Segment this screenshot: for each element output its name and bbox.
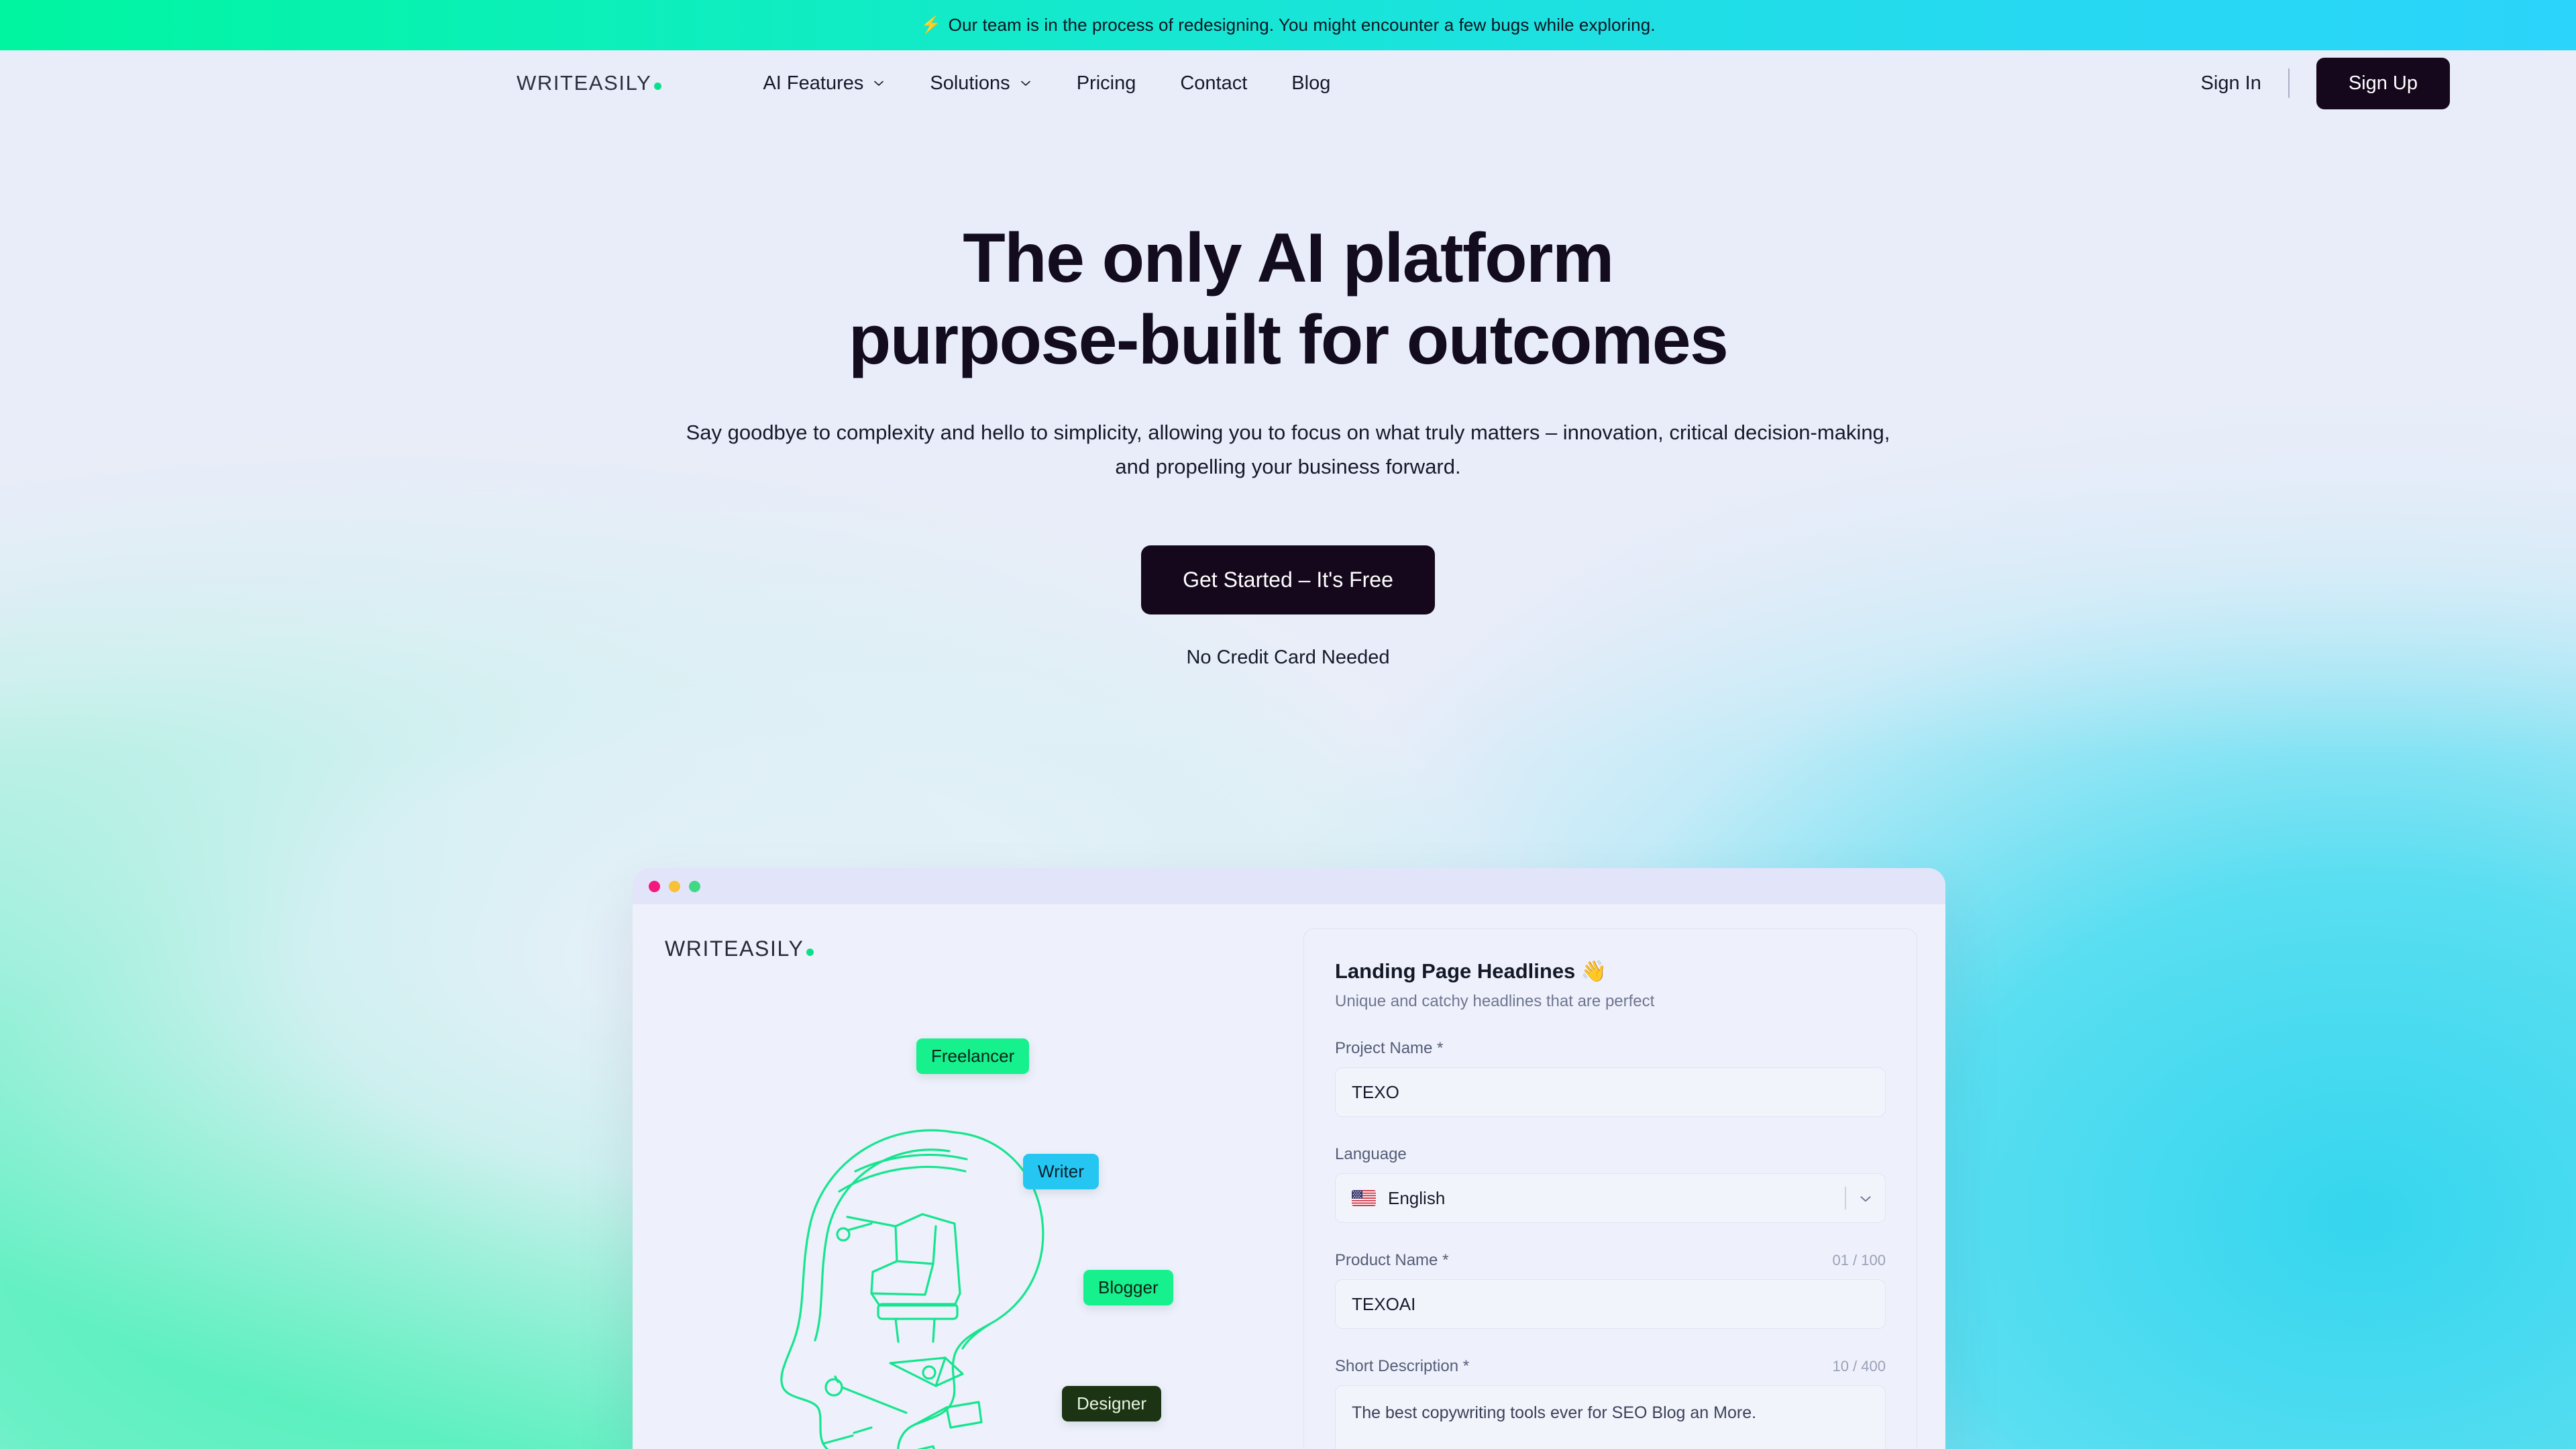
language-select-value-wrap: English <box>1352 1188 1445 1209</box>
page-title: The only AI platform purpose-built for o… <box>0 218 2576 381</box>
window-maximize-dot-icon[interactable] <box>689 880 700 892</box>
field-header: Language <box>1335 1145 1886 1164</box>
app-mockup-window: WRITEASILY Freelancer Writer Blogger Des… <box>633 868 1945 1449</box>
form-subtitle: Unique and catchy headlines that are per… <box>1335 992 1655 1010</box>
field-product-name: Product Name * 01 / 100 TEXOAI <box>1335 1251 1886 1329</box>
announcement-text: Our team is in the process of redesignin… <box>948 15 1656 35</box>
chevron-down-icon <box>872 76 885 90</box>
nav-label: Solutions <box>930 72 1010 94</box>
project-name-input[interactable]: TEXO <box>1335 1067 1886 1117</box>
field-header: Product Name * 01 / 100 <box>1335 1251 1886 1270</box>
mockup-titlebar <box>633 868 1945 904</box>
nav-label: AI Features <box>763 72 864 94</box>
chevron-down-icon <box>1019 76 1032 90</box>
nav-item-blog[interactable]: Blog <box>1269 72 1352 95</box>
mockup-form-pane: Landing Page Headlines 👋 Unique and catc… <box>1303 904 1945 1449</box>
get-started-button[interactable]: Get Started – It's Free <box>1141 545 1435 614</box>
nav-item-ai-features[interactable]: AI Features <box>741 72 908 95</box>
badge-designer[interactable]: Designer <box>1062 1386 1162 1421</box>
select-divider <box>1845 1187 1846 1210</box>
product-name-counter: 01 / 100 <box>1832 1252 1886 1269</box>
language-label: Language <box>1335 1145 1407 1163</box>
badge-writer[interactable]: Writer <box>1023 1154 1099 1189</box>
nav-label: Pricing <box>1076 72 1136 94</box>
logo-dot-icon <box>654 83 662 90</box>
logo[interactable]: WRITEASILY <box>517 71 662 95</box>
hero-subtitle: Say goodbye to complexity and hello to s… <box>686 421 1890 478</box>
form-title: Landing Page Headlines 👋 <box>1335 959 1607 983</box>
window-minimize-dot-icon[interactable] <box>669 880 680 892</box>
headline-line-2: purpose-built for outcomes <box>848 301 1729 379</box>
window-close-dot-icon[interactable] <box>649 880 660 892</box>
short-description-counter: 10 / 400 <box>1832 1358 1886 1375</box>
logo-text: WRITEASILY <box>517 71 652 95</box>
nav-label: Blog <box>1291 72 1331 94</box>
short-description-textarea[interactable]: The best copywriting tools ever for SEO … <box>1335 1385 1886 1449</box>
field-short-description: Short Description * 10 / 400 The best co… <box>1335 1357 1886 1449</box>
badge-blogger[interactable]: Blogger <box>1083 1270 1173 1305</box>
headline-line-1: The only AI platform <box>963 219 1614 297</box>
us-flag-icon <box>1352 1190 1376 1206</box>
generator-form-card: Landing Page Headlines 👋 Unique and catc… <box>1303 928 1917 1449</box>
no-credit-card-note: No Credit Card Needed <box>1186 646 1390 668</box>
mockup-illustration-pane: WRITEASILY Freelancer Writer Blogger Des… <box>633 904 1303 1449</box>
nav-item-solutions[interactable]: Solutions <box>908 72 1054 95</box>
nav-label: Contact <box>1180 72 1248 94</box>
mockup-logo-text: WRITEASILY <box>665 936 804 961</box>
robot-head-profile-icon <box>753 1092 1102 1449</box>
project-name-label: Project Name * <box>1335 1039 1444 1057</box>
field-header: Short Description * 10 / 400 <box>1335 1357 1886 1376</box>
sign-up-button[interactable]: Sign Up <box>2316 57 2450 109</box>
product-name-input[interactable]: TEXOAI <box>1335 1279 1886 1329</box>
chevron-down-icon[interactable] <box>1858 1191 1872 1205</box>
mockup-logo: WRITEASILY <box>665 936 1303 961</box>
badge-freelancer[interactable]: Freelancer <box>916 1038 1030 1074</box>
field-language: Language English <box>1335 1145 1886 1223</box>
main-navigation: AI Features Solutions Pricing Contact Bl… <box>741 72 1352 95</box>
field-header: Project Name * <box>1335 1039 1886 1058</box>
site-header: WRITEASILY AI Features Solutions Pricing… <box>0 50 2576 116</box>
lightning-bolt-icon: ⚡ <box>920 15 942 34</box>
product-name-label: Product Name * <box>1335 1251 1449 1269</box>
sign-in-link[interactable]: Sign In <box>2201 72 2261 95</box>
language-select-controls <box>1845 1187 1872 1210</box>
hero-section: The only AI platform purpose-built for o… <box>0 116 2576 669</box>
mockup-body: WRITEASILY Freelancer Writer Blogger Des… <box>633 904 1945 1449</box>
nav-item-contact[interactable]: Contact <box>1158 72 1269 95</box>
field-project-name: Project Name * TEXO <box>1335 1039 1886 1117</box>
nav-item-pricing[interactable]: Pricing <box>1055 72 1159 95</box>
language-select[interactable]: English <box>1335 1173 1886 1223</box>
language-select-value: English <box>1388 1187 1446 1208</box>
announcement-bar: ⚡ Our team is in the process of redesign… <box>0 0 2576 50</box>
mockup-logo-dot-icon <box>806 949 814 956</box>
cta-wrapper: Get Started – It's Free No Credit Card N… <box>0 545 2576 669</box>
header-divider <box>2288 68 2290 98</box>
short-description-label: Short Description * <box>1335 1357 1470 1375</box>
